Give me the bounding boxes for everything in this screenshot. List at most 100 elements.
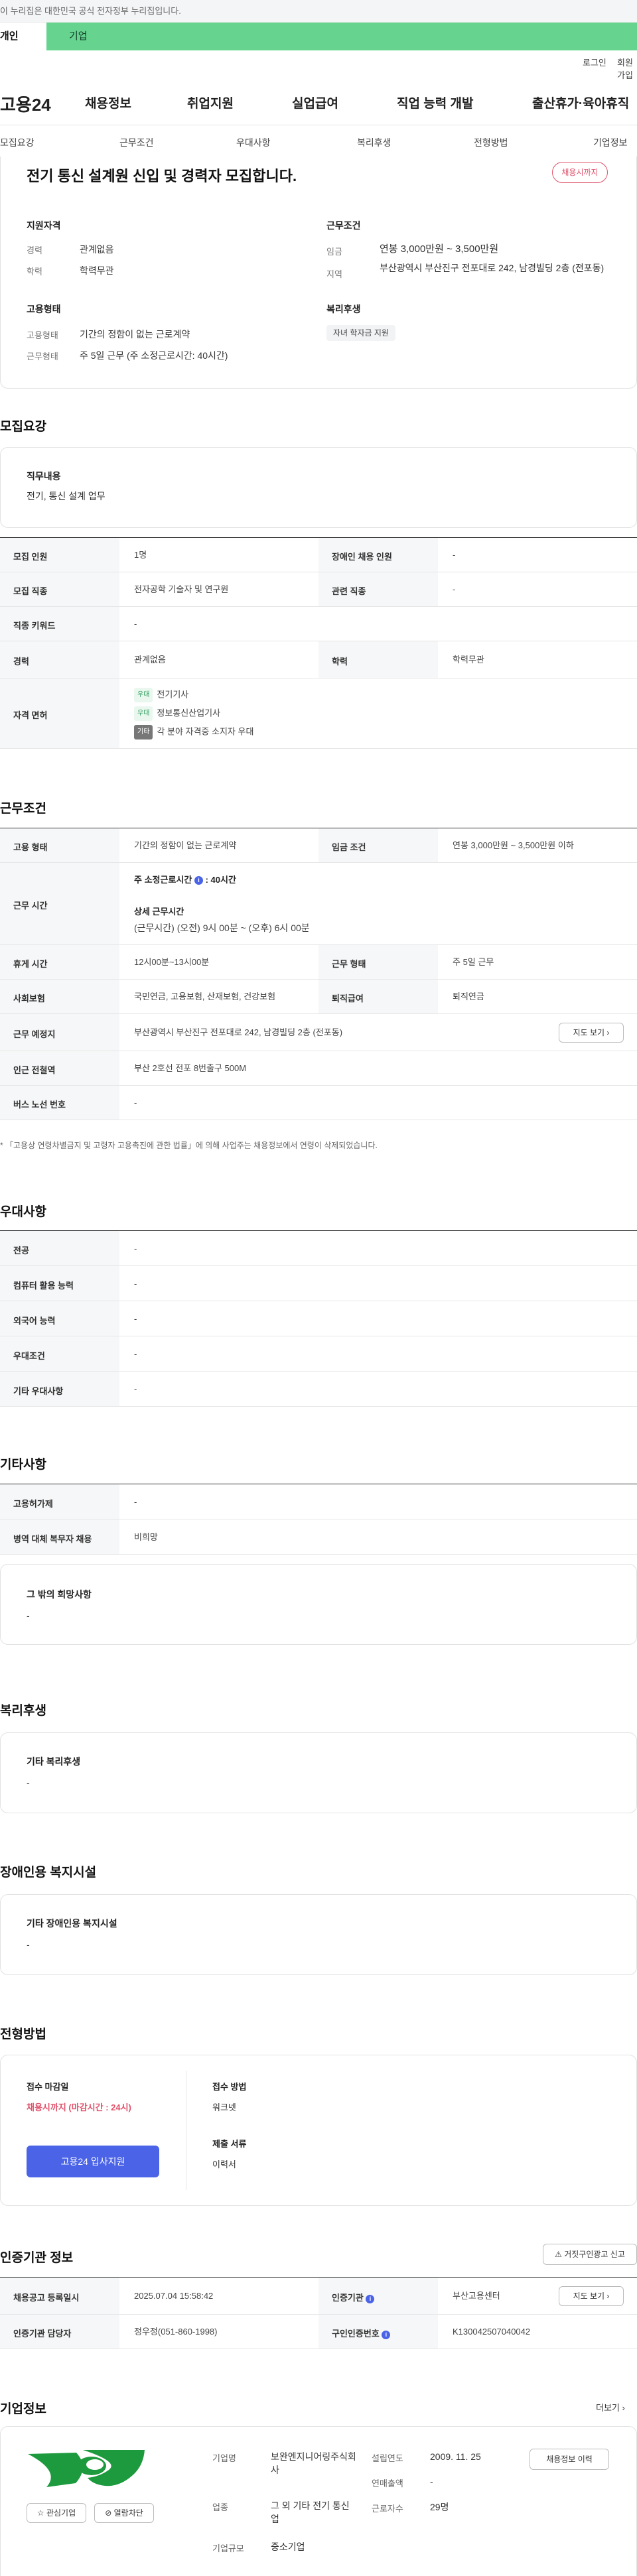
weekly-hours-title: 주 소정근로시간 [134, 875, 192, 885]
table-row: 경력 관계없음 학력 학력무관 [0, 641, 637, 678]
history-button[interactable]: 채용정보 이력 [530, 2449, 609, 2470]
cond-wage-value: 연봉 3,000만원 ~ 3,500만원 [380, 243, 499, 255]
cond-region-value: 부산광역시 부산진구 전포대로 242, 남경빌딩 2층 (전포동) [380, 263, 604, 273]
report-button[interactable]: ⚠ 거짓구인광고 신고 [543, 2244, 637, 2265]
pref-label: 우대조건 [13, 1351, 45, 1361]
insurance-value: 국민연금, 고용보험, 산재보험, 건강보험 [134, 992, 276, 1001]
table-row: 병역 대체 복무자 채용 비희망 [0, 1519, 637, 1555]
table-row: 고용허가제 - [0, 1484, 637, 1519]
license-text: 각 분야 자격증 소지자 우대 [157, 726, 254, 737]
favorite-button[interactable]: ☆ 관심기업 [27, 2503, 86, 2523]
agency-map-button[interactable]: 지도 보기 › [559, 2286, 624, 2306]
subnav-work[interactable]: 근무조건 [119, 136, 154, 149]
gov-banner-text: 이 누리집은 대한민국 공식 전자정부 누리집입니다. [0, 6, 181, 16]
gnb-employment-support[interactable]: 취업지원 [187, 94, 234, 111]
info-icon[interactable]: i [382, 2331, 391, 2339]
qual-career-label: 경력 [27, 245, 42, 255]
block-button[interactable]: ⊘ 열람차단 [94, 2503, 154, 2523]
table-row: 자격 면허 우대 전기기사 우대 정보통신산업기사 기타 각 분야 자격증 소지자 우… [0, 678, 637, 749]
severance-label: 퇴직급여 [332, 994, 364, 1003]
preferred-tag: 우대 [134, 706, 153, 721]
hope-value: - [27, 1610, 30, 1621]
conditions-heading: 근무조건 [326, 220, 361, 231]
education-value: 학력무관 [453, 655, 484, 665]
subnav-company[interactable]: 기업정보 [593, 136, 628, 149]
disabled-label: 장애인 채용 인원 [332, 552, 392, 562]
pref-label: 기타 우대사항 [13, 1386, 64, 1396]
subnav-process[interactable]: 전형방법 [474, 136, 508, 149]
benefits-heading: 복리후생 [0, 1704, 46, 1718]
chevron-right-icon: › [622, 2403, 625, 2413]
keyword-value: - [134, 619, 137, 629]
cert-heading: 인증기관 정보 [0, 2251, 74, 2265]
facility-heading: 장애인용 복지시설 [0, 1866, 97, 1880]
license-item: 기타 각 분야 자격증 소지자 우대 [134, 725, 253, 740]
tab-personal[interactable]: 개인 [0, 23, 46, 50]
etc-tag: 기타 [134, 725, 153, 740]
more-link[interactable]: 더보기 › [596, 2401, 625, 2414]
duty-label: 직무내용 [27, 471, 61, 482]
qual-edu-label: 학력 [27, 267, 42, 277]
wage-label: 임금 조건 [332, 842, 366, 852]
gnb-unemployment[interactable]: 실업급여 [292, 94, 338, 111]
industry-label: 업종 [212, 2502, 228, 2512]
qual-career-value: 관계없음 [80, 244, 114, 255]
education-label: 학력 [332, 657, 348, 667]
table-row: 기타 우대사항 - [0, 1372, 637, 1407]
employment-heading: 고용형태 [27, 304, 61, 314]
table-row: 인근 전철역 부산 2호선 전포 8번출구 500M [0, 1051, 637, 1086]
site-logo[interactable]: 고용24 [0, 92, 51, 116]
star-icon: ☆ [36, 2508, 44, 2518]
pref-label: 외국어 능력 [13, 1316, 56, 1326]
benefits-label: 기타 복리후생 [27, 1756, 81, 1767]
license-item: 우대 전기기사 [134, 688, 188, 702]
etc-label: 고용허가제 [13, 1499, 53, 1509]
map-button-label: 지도 보기 [573, 1028, 605, 1037]
break-label: 휴게 시간 [13, 959, 48, 969]
preferred-tag: 우대 [134, 688, 153, 702]
map-button[interactable]: 지도 보기 › [559, 1023, 624, 1043]
process-card [0, 2055, 637, 2206]
founded-value: 2009. 11. 25 [430, 2451, 481, 2462]
revenue-label: 연매출액 [372, 2479, 403, 2488]
severance-value: 퇴직연금 [453, 992, 484, 1001]
welfare-summary-heading: 복리후생 [326, 304, 361, 314]
benefits-value: - [27, 1777, 30, 1788]
license-text: 전기기사 [157, 689, 189, 700]
gnb-parental-leave[interactable]: 출산휴가·육아휴직 [532, 94, 629, 111]
qual-edu-value: 학력무관 [80, 265, 114, 276]
license-text: 정보통신산업기사 [157, 708, 221, 718]
signup-link[interactable]: 회원가입 [617, 56, 637, 81]
welfare-pill: 자녀 학자금 지원 [326, 325, 395, 341]
career-label: 경력 [13, 657, 29, 667]
info-icon[interactable]: i [194, 876, 203, 885]
tab-company[interactable]: 기업 [69, 23, 88, 50]
apply-button[interactable]: 고용24 입사지원 [27, 2146, 159, 2177]
subnav-recruit[interactable]: 모집요강 [0, 136, 35, 149]
chevron-right-icon: › [606, 2291, 610, 2301]
hope-label: 그 밖의 희망사항 [27, 1589, 92, 1600]
cert-number-label-text: 구인인증번호 [332, 2329, 380, 2339]
gnb-jobs[interactable]: 채용정보 [85, 94, 131, 111]
pref-label: 컴퓨터 활용 능력 [13, 1281, 74, 1291]
agency-value: 부산고용센터 [453, 2291, 500, 2301]
occupation-label: 모집 직종 [13, 586, 48, 596]
reg-date-value: 2025.07.04 15:58:42 [134, 2291, 214, 2301]
info-icon[interactable]: i [366, 2295, 375, 2303]
facility-card [0, 1894, 637, 1975]
employees-value: 29명 [430, 2502, 449, 2512]
cond-region-label: 지역 [326, 269, 342, 279]
pref-value: - [134, 1244, 137, 1254]
login-link[interactable]: 로그인 [583, 56, 606, 68]
table-row: 채용공고 등록일시 2025.07.04 15:58:42 인증기관 i 부산고… [0, 2278, 637, 2315]
subnav-welfare[interactable]: 복리후생 [357, 136, 391, 149]
deadline-value: 채용시까지 (마감시간 : 24시) [27, 2102, 131, 2112]
weekly-hours-value: 40시간 [210, 875, 236, 885]
gnb-training[interactable]: 직업 능력 개발 [397, 94, 473, 111]
table-row: 모집 직종 전자공학 기술자 및 연구원 관련 직종 - [0, 572, 637, 607]
emp-form-value: 주 5일 근무 (주 소정근로시간: 40시간) [80, 350, 228, 361]
agency-label: 인증기관 i [332, 2291, 375, 2303]
table-row: 근무 예정지 부산광역시 부산진구 전포대로 242, 남경빌딩 2층 (전포동… [0, 1014, 637, 1051]
subnav-preference[interactable]: 우대사항 [236, 136, 271, 149]
company-name-label: 기업명 [212, 2453, 236, 2463]
